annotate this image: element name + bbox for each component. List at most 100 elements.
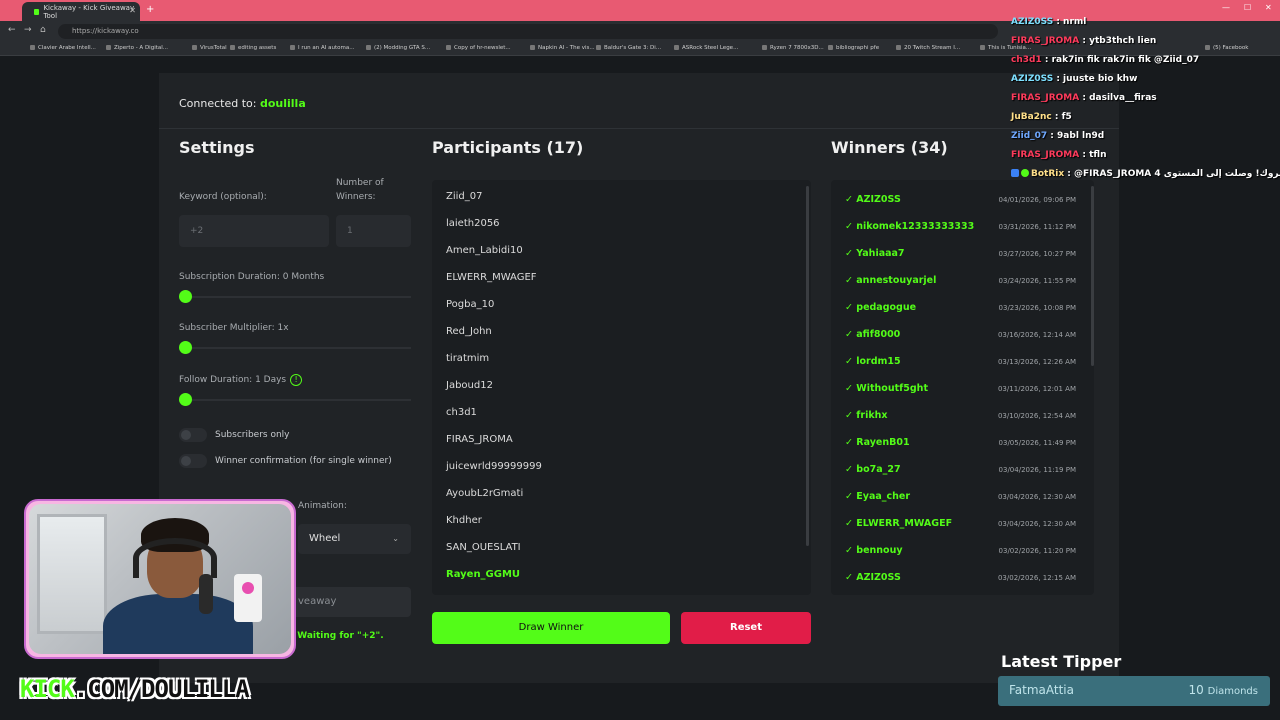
participant-item: tiratmim <box>446 353 490 364</box>
settings-title: Settings <box>179 138 255 157</box>
chat-text: : @FIRAS_JROMA إمبروك! وصلت إلى المستوى … <box>1064 169 1280 179</box>
winners-list: ✓ AZIZ0SS 04/01/2026, 09:06 PM ✓ nikomek12… <box>831 180 1094 595</box>
tab-title: Kickaway - Kick Giveaway Tool <box>43 3 135 20</box>
subscribers-only-toggle[interactable] <box>179 428 207 442</box>
channel-name: doulilla <box>259 97 306 110</box>
winner-name: ✓ Withoutf5ght <box>845 383 928 394</box>
participant-item: Amen_Labidi10 <box>446 245 523 256</box>
chat-username: JuBa2nc <box>1011 112 1052 122</box>
follow-duration-slider[interactable] <box>179 393 192 406</box>
winner-date: 03/16/2026, 12:14 AM <box>997 331 1076 339</box>
animation-select[interactable]: Wheel ⌄ <box>298 524 411 554</box>
winners-scrollbar[interactable] <box>1091 186 1094 366</box>
chat-message: JuBa2nc : f5 <box>1011 112 1072 122</box>
winner-date: 03/27/2026, 10:27 PM <box>998 250 1076 258</box>
winner-name: ✓ ELWERR_MWAGEF <box>845 518 953 529</box>
tipper-name: FatmaAttia <box>1009 683 1074 697</box>
chat-username: FIRAS_JROMA <box>1011 150 1080 160</box>
participant-item: FIRAS_JROMA <box>446 434 513 445</box>
bookmark-item[interactable]: Baldur's Gate 3: Di... <box>596 45 661 51</box>
url-field[interactable]: https://kickaway.co <box>58 24 998 39</box>
bot-badge-icon <box>1011 169 1019 177</box>
subscriber-multiplier-slider[interactable] <box>179 341 192 354</box>
bookmark-item[interactable]: 20 Twitch Stream I... <box>896 45 960 51</box>
participant-item: ELWERR_MWAGEF <box>446 272 537 283</box>
bookmark-item[interactable]: (5) Facebook <box>1205 45 1248 51</box>
speaker <box>234 574 262 622</box>
winner-confirmation-label: Winner confirmation (for single winner) <box>215 456 392 466</box>
info-icon[interactable]: ! <box>290 374 303 386</box>
participant-item: Khdher <box>446 515 482 526</box>
tipper-amount: 10 Diamonds <box>1188 683 1258 697</box>
close-tab-icon[interactable]: ✕ <box>129 6 136 15</box>
reset-button[interactable]: Reset <box>681 612 811 644</box>
number-of-winners-input[interactable]: 1 <box>336 215 411 247</box>
divider <box>159 128 1119 129</box>
chat-username: ch3d1 <box>1011 55 1042 65</box>
participant-item: Red_John <box>446 326 492 337</box>
chat-text: : nrml <box>1053 17 1087 27</box>
microphone <box>199 574 213 614</box>
chat-text: : tfln <box>1079 150 1107 160</box>
bookmark-item[interactable]: Copy of hr-newslet... <box>446 45 511 51</box>
start-giveaway-button[interactable]: veaway <box>290 587 411 617</box>
winner-name: ✓ bo7a_27 <box>845 464 901 475</box>
bookmark-item[interactable]: Clavier Arabe Intell... <box>30 45 96 51</box>
chat-message: AZIZ0SS : juuste bio khw <box>1011 74 1137 84</box>
chat-username: FIRAS_JROMA <box>1011 36 1080 46</box>
kick-favicon-icon <box>34 8 40 15</box>
keyword-input[interactable]: +2 <box>179 215 329 247</box>
chat-username: AZIZ0SS <box>1011 17 1054 27</box>
bookmark-item[interactable]: (2) Modding GTA S... <box>366 45 430 51</box>
bookmark-item[interactable]: Napkin AI - The vis... <box>530 45 595 51</box>
bookmark-item[interactable]: editing assets <box>230 45 276 51</box>
bookmark-item[interactable]: VirusTotal <box>192 45 227 51</box>
participant-item: laieth2056 <box>446 218 500 229</box>
latest-tipper-title: Latest Tipper <box>1001 652 1122 671</box>
winner-name: ✓ nikomek12333333333 <box>845 221 975 232</box>
chat-username: BotRix <box>1031 169 1065 179</box>
browser-tab[interactable]: Kickaway - Kick Giveaway Tool ✕ <box>22 2 140 21</box>
minimize-icon[interactable]: — <box>1222 3 1230 12</box>
participant-item: AyoubL2rGmati <box>446 488 524 499</box>
chevron-down-icon: ⌄ <box>392 534 399 543</box>
draw-winner-button[interactable]: Draw Winner <box>432 612 670 644</box>
winner-date: 03/05/2026, 11:49 PM <box>998 439 1076 447</box>
maximize-icon[interactable]: ☐ <box>1244 3 1251 12</box>
new-tab-icon[interactable]: + <box>146 4 154 15</box>
participant-item: SAN_OUESLATI <box>446 542 521 553</box>
bookmark-item[interactable]: Ziperto - A Digital... <box>106 45 168 51</box>
back-icon[interactable]: ← <box>8 25 16 35</box>
room-window <box>37 514 107 634</box>
winner-name: ✓ annestouyarjel <box>845 275 937 286</box>
participant-item: Ziid_07 <box>446 191 483 202</box>
bookmark-item[interactable]: bibliographi pfe <box>828 45 879 51</box>
chat-username: AZIZ0SS <box>1011 74 1054 84</box>
bookmark-item[interactable]: I run an AI automa... <box>290 45 354 51</box>
chat-message: AZIZ0SS : nrml <box>1011 17 1086 27</box>
participant-item: Pogba_10 <box>446 299 495 310</box>
participant-item: Rayen_GGMU <box>446 569 521 580</box>
follow-duration-label: Follow Duration: 1 Days! <box>179 374 303 386</box>
winner-name: ✓ lordm15 <box>845 356 901 367</box>
forward-icon[interactable]: → <box>24 25 32 35</box>
winner-date: 03/02/2026, 12:15 AM <box>997 574 1076 582</box>
home-icon[interactable]: ⌂ <box>40 25 46 35</box>
close-window-icon[interactable]: ✕ <box>1265 3 1272 12</box>
winner-name: ✓ AZIZ0SS <box>845 572 901 583</box>
winner-date: 03/10/2026, 12:54 AM <box>997 412 1076 420</box>
subscription-duration-slider[interactable] <box>179 290 192 303</box>
headset <box>133 538 217 578</box>
winner-date: 03/04/2026, 12:30 AM <box>997 520 1076 528</box>
bookmark-item[interactable]: ASRock Steel Lege... <box>674 45 738 51</box>
winner-name: ✓ frikhx <box>845 410 888 421</box>
participants-scrollbar[interactable] <box>806 186 809 546</box>
chat-text: : ytb3thch lien <box>1079 36 1157 46</box>
participants-list: Ziid_07 laieth2056 Amen_Labidi10 ELWERR_MWA… <box>432 180 811 595</box>
winner-confirmation-toggle[interactable] <box>179 454 207 468</box>
webcam-overlay <box>24 499 296 659</box>
chat-message: ch3d1 : rak7in fik rak7in fik @Ziid_07 <box>1011 55 1199 65</box>
chat-text: : juuste bio khw <box>1053 74 1138 84</box>
bookmark-item[interactable]: Ryzen 7 7800x3D... <box>762 45 824 51</box>
webcam-feed <box>29 504 291 654</box>
